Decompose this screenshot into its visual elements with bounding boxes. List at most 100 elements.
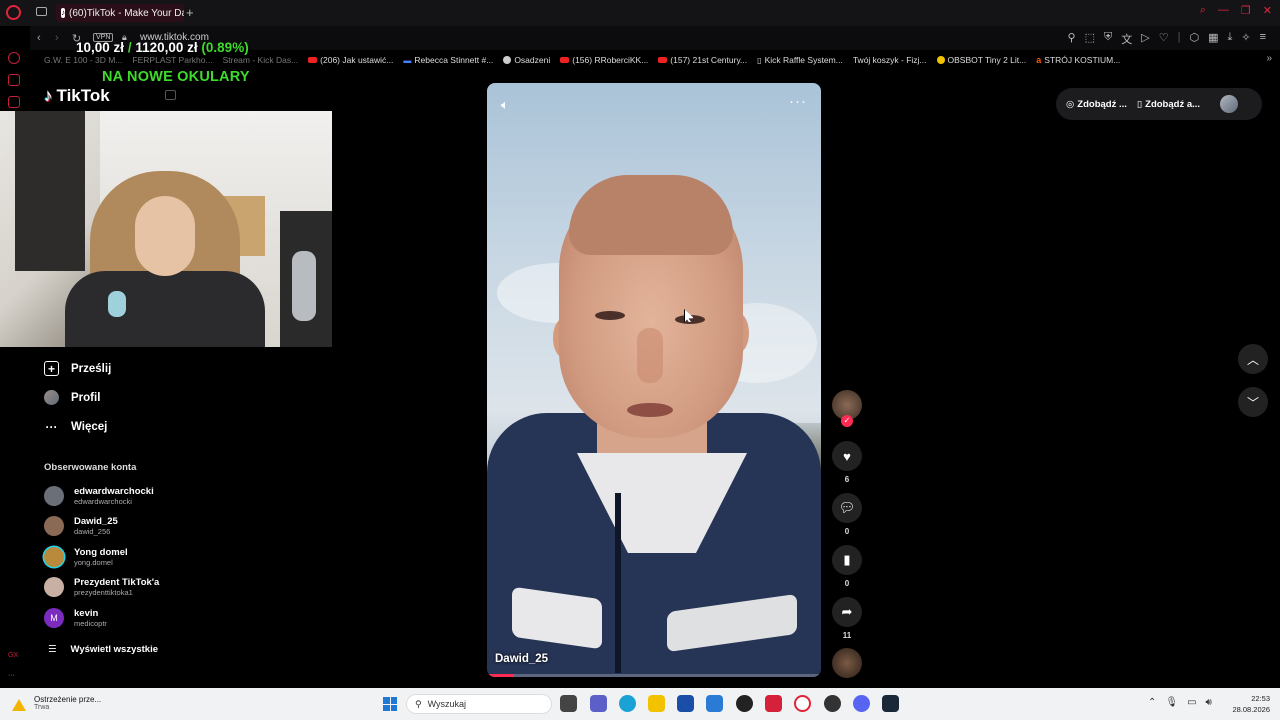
- opera-logo-icon[interactable]: [6, 5, 21, 20]
- bookmark-item[interactable]: FERPLAST Parkho...: [132, 55, 212, 65]
- steam-icon[interactable]: [882, 695, 899, 712]
- previous-video-button[interactable]: ︿: [1238, 344, 1268, 374]
- bookmark-item[interactable]: Osadzeni: [503, 55, 550, 65]
- webcam-overlay: [0, 111, 332, 347]
- display-icon[interactable]: ▭: [1187, 697, 1196, 708]
- menu-icon[interactable]: ≡: [1260, 31, 1266, 47]
- translate-icon[interactable]: 文: [1121, 31, 1132, 47]
- snapshot-icon[interactable]: ⬚: [1085, 31, 1095, 47]
- extension-icon[interactable]: ▦: [1208, 31, 1218, 47]
- workspaces-icon[interactable]: [36, 7, 47, 16]
- follow-check-icon[interactable]: ✓: [841, 415, 853, 427]
- profile-avatar[interactable]: [1220, 95, 1239, 113]
- windows-start-icon[interactable]: [383, 697, 397, 711]
- speaker-icon[interactable]: 🔊︎: [1206, 697, 1212, 708]
- teams-icon[interactable]: [590, 695, 607, 712]
- get-app-button[interactable]: ▯ Zdobądź a...: [1137, 99, 1200, 110]
- taskbar-clock[interactable]: 22:53 28.08.2026: [1232, 693, 1270, 715]
- instagram-icon[interactable]: [8, 96, 20, 108]
- send-icon[interactable]: ▷: [1141, 31, 1149, 47]
- microphone-icon[interactable]: 🎙︎: [1165, 697, 1178, 708]
- plus-icon: +: [44, 361, 59, 376]
- taskbar: [0, 688, 1280, 720]
- next-video-button[interactable]: ﹀: [1238, 387, 1268, 417]
- video-player[interactable]: 🔈︎ ··· Dawid_25: [487, 83, 821, 677]
- bookmark-item[interactable]: (157) 21st Century...: [658, 55, 747, 65]
- webcam-microphone: [292, 251, 316, 321]
- bookmark-item[interactable]: OBSBOT Tiny 2 Lit...: [936, 55, 1026, 65]
- gx-icon[interactable]: GX: [8, 652, 18, 659]
- taskbar-search[interactable]: ⚲ Wyszukaj: [406, 694, 552, 714]
- nav-upload[interactable]: + Prześlij: [44, 361, 111, 376]
- notification-warning[interactable]: Ostrzeżenie prze... Trwa: [12, 695, 101, 711]
- task-view-icon[interactable]: [560, 695, 577, 712]
- bookmark-item[interactable]: Stream - Kick Das...: [223, 55, 299, 65]
- github-icon[interactable]: [736, 695, 753, 712]
- obs-icon[interactable]: [824, 695, 841, 712]
- window-controls: ⌕ — ❐ ✕: [1200, 4, 1272, 17]
- store-icon[interactable]: [677, 695, 694, 712]
- bookmark-item[interactable]: ▬ Rebecca Stinnett #...: [403, 55, 493, 65]
- bookmark-item[interactable]: ▯ Kick Raffle System...: [757, 55, 843, 65]
- account-item[interactable]: M kevin medicoptr: [44, 608, 107, 628]
- comment-button[interactable]: 💬︎ 0: [832, 493, 862, 536]
- forward-icon[interactable]: ›: [55, 32, 59, 44]
- account-item[interactable]: Yong domel yong.domel: [44, 547, 128, 567]
- bookmark-item[interactable]: G.W. E 100 - 3D M...: [44, 55, 122, 65]
- shield-icon[interactable]: ⛨: [1104, 31, 1112, 47]
- aria-icon[interactable]: [8, 74, 20, 86]
- bookmarks-more-icon[interactable]: »: [1266, 53, 1272, 64]
- search-tabs-icon[interactable]: ⌕: [1200, 4, 1206, 17]
- bookmark-item[interactable]: (206) Jak ustawić...: [308, 55, 393, 65]
- opera-icon[interactable]: [794, 695, 811, 712]
- like-button[interactable]: ♥ 6: [832, 441, 862, 484]
- opera-gx-icon[interactable]: [765, 695, 782, 712]
- video-author[interactable]: Dawid_25: [495, 653, 548, 665]
- edge-icon[interactable]: [619, 695, 636, 712]
- close-icon[interactable]: ✕: [1263, 4, 1272, 17]
- page-icon: ▯: [757, 55, 762, 65]
- new-tab-button[interactable]: +: [186, 5, 194, 20]
- video-progress-bar[interactable]: [487, 674, 821, 677]
- nav-more-label: Więcej: [71, 420, 108, 433]
- discord-icon[interactable]: [853, 695, 870, 712]
- collapse-sidebar-icon[interactable]: [165, 90, 176, 100]
- browser-tab-bar: ♪ (60)TikTok - Make Your Day + ⌕ — ❐ ✕: [0, 0, 1280, 26]
- extensions-icon[interactable]: ⬡: [1189, 31, 1199, 47]
- maximize-icon[interactable]: ❐: [1241, 4, 1251, 17]
- nav-more[interactable]: ··· Więcej: [44, 419, 108, 434]
- back-icon[interactable]: ‹: [37, 32, 41, 44]
- heart-icon[interactable]: ♡: [1159, 31, 1169, 47]
- messenger-icon[interactable]: [8, 52, 20, 64]
- see-all-button[interactable]: ☰ Wyświetl wszystkie: [48, 644, 158, 655]
- file-explorer-icon[interactable]: [648, 695, 665, 712]
- phone-icon: ▯: [1136, 98, 1143, 110]
- bookmark-item[interactable]: (156) RRoberciKK...: [560, 55, 648, 65]
- get-coins-label: Zdobądź ...: [1077, 98, 1127, 110]
- tab-tiktok[interactable]: ♪ (60)TikTok - Make Your Day: [56, 4, 184, 22]
- account-item[interactable]: edwardwarchocki edwardwarchocki: [44, 486, 154, 506]
- get-coins-button[interactable]: ◎ Zdobądź ...: [1066, 99, 1127, 110]
- save-button[interactable]: ▮ 0: [832, 545, 862, 588]
- share-button[interactable]: ➦ 11: [832, 597, 862, 640]
- account-item[interactable]: Prezydent TikTok'a prezydenttiktoka1: [44, 577, 159, 597]
- bookmark-item[interactable]: Twój koszyk - Fizj...: [853, 55, 927, 65]
- tiktok-logo[interactable]: ♪ TikTok: [44, 86, 110, 106]
- notification-subtitle: Trwa: [34, 704, 50, 711]
- account-item[interactable]: Dawid_25 dawid_256: [44, 516, 118, 536]
- minimize-icon[interactable]: —: [1218, 4, 1229, 17]
- more-options-icon[interactable]: ···: [789, 93, 807, 110]
- sidebar-more-icon[interactable]: ···: [8, 672, 15, 679]
- outlook-icon[interactable]: [706, 695, 723, 712]
- nav-profile[interactable]: Profil: [44, 390, 100, 405]
- volume-icon[interactable]: 🔈︎: [501, 97, 509, 113]
- bookmark-item[interactable]: a STRÓJ KOSTIUM...: [1036, 55, 1120, 65]
- pin-icon[interactable]: ⚲: [1068, 31, 1076, 47]
- download-icon[interactable]: ⤓: [1227, 31, 1232, 47]
- account-name: kevin: [74, 608, 99, 619]
- music-disc-icon[interactable]: [832, 648, 862, 678]
- chevron-up-icon[interactable]: ⌃: [1148, 697, 1156, 708]
- ai-icon[interactable]: ✧: [1241, 31, 1250, 47]
- account-username: dawid_256: [74, 527, 111, 536]
- more-dots-icon: ···: [45, 419, 58, 434]
